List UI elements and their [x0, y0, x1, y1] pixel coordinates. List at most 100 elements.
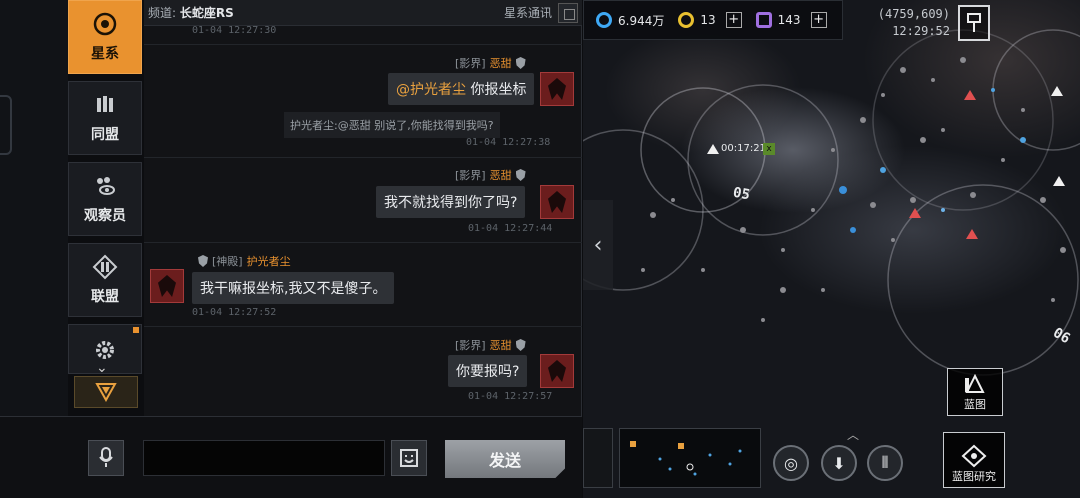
nav-alliance-label: 同盟 — [91, 127, 119, 143]
zone-label: 05 — [731, 184, 752, 204]
system-message: 护光者尘:@恶甜 别说了,你能找得到我吗? — [284, 112, 500, 138]
chevron-down-icon[interactable]: ⌄ — [96, 360, 108, 376]
add-crystal-button[interactable]: + — [810, 12, 827, 28]
orbit-rings — [583, 29, 1080, 376]
notification-dot — [133, 327, 139, 333]
alliance-icon: ⦀ — [881, 453, 889, 472]
arrow-down-icon: ⬇ — [832, 453, 846, 473]
blueprint-research-button[interactable]: 蓝图研究 — [943, 432, 1005, 488]
message-timestamp: 01-04 12:27:57 — [468, 391, 553, 402]
coordinates: (4759,609) — [877, 7, 950, 21]
shield-icon — [198, 255, 208, 267]
channel-prefix: 频道: — [148, 6, 177, 20]
blueprint-icon — [965, 374, 985, 393]
sender-name[interactable]: 护光者尘 — [247, 253, 291, 269]
token-icon — [678, 12, 695, 28]
blueprint-button[interactable]: 蓝图 — [947, 368, 1003, 416]
league-icon — [92, 254, 118, 280]
message-meta: [影界] 恶甜 — [455, 55, 526, 71]
shield-icon — [515, 169, 526, 181]
minimap-side[interactable] — [583, 428, 613, 488]
bookmark-button[interactable] — [958, 5, 990, 41]
message-timestamp: 01-04 12:27:30 — [192, 26, 277, 36]
message-text: 你报坐标 — [466, 82, 527, 98]
channel-name: 长蛇座RS — [179, 6, 234, 20]
message-timestamp: 01-04 12:27:38 — [466, 137, 551, 148]
shield-icon — [515, 339, 526, 351]
avatar[interactable] — [540, 354, 574, 388]
voice-button[interactable] — [88, 440, 124, 476]
chevron-up-icon[interactable]: ︿ — [847, 426, 859, 443]
fleet-timer: 00:17:21 — [721, 143, 766, 154]
avatar[interactable] — [540, 72, 574, 106]
galaxy-icon — [93, 12, 117, 36]
nav-observer-label: 观察员 — [84, 208, 126, 224]
resource-value: 143 — [777, 13, 801, 27]
sender-name[interactable]: 恶甜 — [490, 337, 512, 353]
resource-value: 6.944万 — [618, 13, 665, 28]
alliance-icon — [97, 96, 113, 112]
sender-name[interactable]: 恶甜 — [490, 55, 512, 71]
copy-icon[interactable] — [558, 2, 578, 23]
channel-type: 星系通讯 — [503, 6, 552, 20]
blueprint-label: 蓝图 — [964, 398, 986, 411]
chat-text-input[interactable] — [143, 440, 385, 476]
star-map[interactable]: 6.944万 13 + 143 + (4759,609) 12:29:52 00… — [583, 0, 1080, 498]
filter-button[interactable] — [74, 376, 138, 408]
galaxy-view-button[interactable]: ◎ — [773, 445, 809, 481]
microphone-icon — [99, 447, 113, 467]
chat-bubble[interactable]: 我干嘛报坐标,我又不是傻子。 — [192, 272, 395, 304]
flag-icon — [967, 13, 981, 32]
message-meta: [影界] 恶甜 — [455, 167, 526, 183]
nav-galaxy-button[interactable]: 星系 — [68, 0, 142, 74]
message-list[interactable]: 01-04 12:27:30 [影界] 恶甜 @护光者尘 你报坐标 护光者尘:@… — [144, 26, 582, 416]
left-edge-panel — [0, 0, 68, 416]
clock: 12:29:52 — [892, 24, 950, 38]
spiral-icon: ◎ — [784, 453, 798, 473]
hex-decoration — [0, 95, 12, 155]
chat-panel: 频道: 长蛇座RS 星系通讯 01-04 12:27:30 [影界] 恶甜 @护… — [144, 0, 582, 416]
message-meta: [影界] 恶甜 — [455, 337, 526, 353]
chat-bubble[interactable]: 你要报吗? — [448, 355, 528, 387]
blueprint-research-label: 蓝图研究 — [952, 470, 996, 483]
sender-tag: [影界] — [455, 169, 486, 182]
smiley-icon — [400, 449, 418, 467]
credits-icon — [596, 12, 612, 28]
download-button[interactable]: ⬇ — [821, 445, 857, 481]
research-icon — [961, 444, 987, 468]
message-meta: [神殿] 护光者尘 — [198, 253, 291, 269]
crystal-icon — [755, 12, 772, 28]
side-nav: 星系 同盟 观察员 联盟 ⌄ — [68, 0, 144, 416]
triangle-filter-icon — [95, 383, 117, 402]
nav-galaxy-label: 星系 — [91, 46, 119, 62]
nav-league-button[interactable]: 联盟 — [68, 243, 142, 317]
send-button[interactable]: 发送 — [445, 440, 565, 478]
sender-tag: [神殿] — [212, 255, 243, 268]
minimap-dots — [630, 441, 742, 476]
mention[interactable]: @护光者尘 — [396, 82, 466, 98]
sender-tag: [影界] — [455, 57, 486, 70]
emoji-button[interactable] — [391, 440, 427, 476]
minimap[interactable] — [619, 428, 761, 488]
nav-alliance-button[interactable]: 同盟 — [68, 81, 142, 155]
chat-bubble[interactable]: @护光者尘 你报坐标 — [388, 73, 535, 105]
observer-icon — [97, 177, 115, 195]
nav-league-label: 联盟 — [91, 289, 119, 305]
alliance-round-button[interactable]: ⦀ — [867, 445, 903, 481]
resource-bar: 6.944万 13 + 143 + — [583, 0, 843, 40]
sender-tag: [影界] — [455, 339, 486, 352]
add-token-button[interactable]: + — [725, 12, 742, 28]
sender-name[interactable]: 恶甜 — [490, 167, 512, 183]
resource-value: 13 — [700, 13, 716, 27]
status-marker-icon: x — [763, 143, 775, 155]
message-timestamp: 01-04 12:27:52 — [192, 307, 277, 318]
chat-bubble[interactable]: 我不就找得到你了吗? — [376, 186, 526, 218]
avatar[interactable] — [150, 269, 184, 303]
message-timestamp: 01-04 12:27:44 — [468, 223, 553, 234]
chat-header: 频道: 长蛇座RS 星系通讯 — [144, 0, 582, 26]
nav-observer-button[interactable]: 观察员 — [68, 162, 142, 236]
coordinates-readout: (4759,609) 12:29:52 — [870, 6, 950, 40]
shield-icon — [515, 57, 526, 69]
avatar[interactable] — [540, 185, 574, 219]
collapse-chat-button[interactable]: ‹ — [583, 200, 613, 290]
